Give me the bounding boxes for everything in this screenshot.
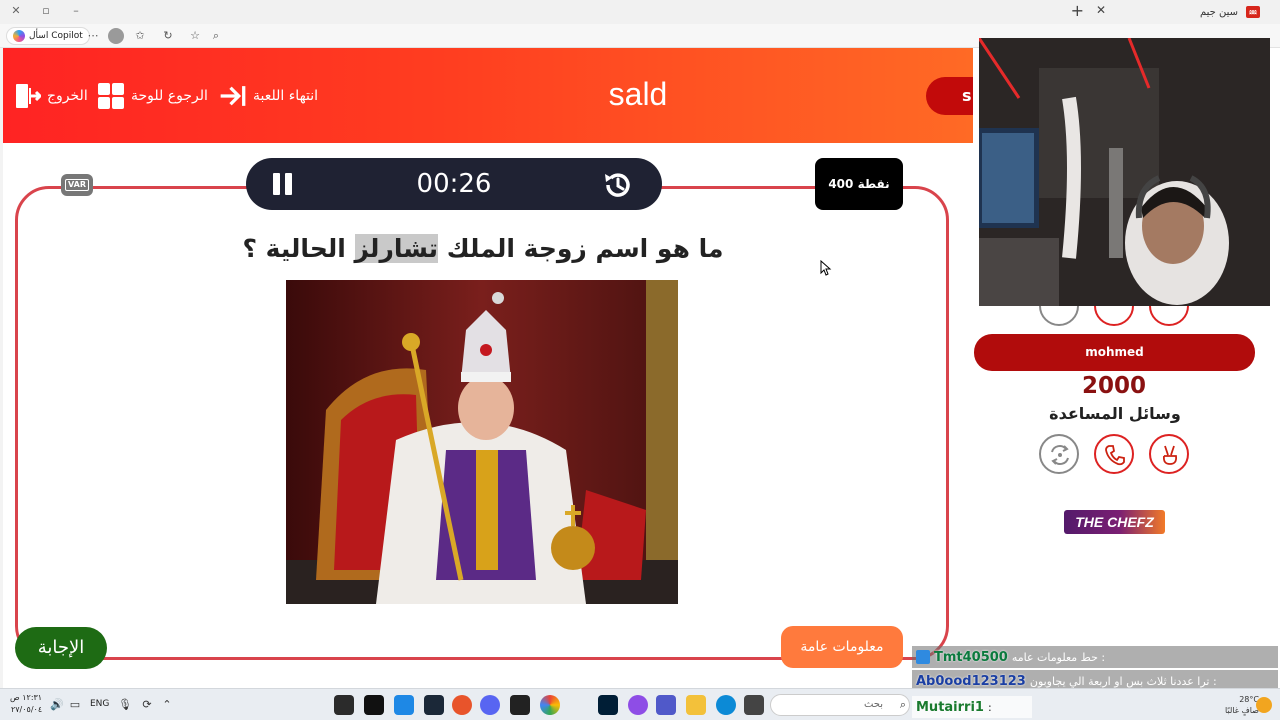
- question-highlight: تشارلز: [354, 234, 439, 263]
- question-image: [286, 280, 678, 604]
- sync-icon[interactable]: ⟳: [140, 698, 154, 712]
- browser-titlebar: ✕ ▫ – + ✕ سين جيم ⅏: [0, 0, 1280, 24]
- exit-button[interactable]: الخروج: [13, 82, 88, 110]
- tab-title: سين جيم: [1199, 6, 1238, 18]
- add-favorite-icon[interactable]: ☆: [188, 29, 202, 43]
- restore-window-icon[interactable]: ▫: [38, 3, 54, 19]
- helpers-label: وسائل المساعدة: [1049, 404, 1181, 423]
- app-icon-5[interactable]: [452, 695, 472, 715]
- app-icon-2[interactable]: [364, 695, 384, 715]
- copilot-icon: [13, 30, 25, 42]
- chat-text: حط معلومات عامه :: [1011, 650, 1106, 664]
- app-icon-3[interactable]: [394, 695, 414, 715]
- sponsor-logo: THE CHEFZ: [1064, 510, 1165, 534]
- chat-message: Tmt40500 حط معلومات عامه :: [912, 646, 1278, 668]
- teams-icon[interactable]: [656, 695, 676, 715]
- show-hidden-icons[interactable]: ⌃: [160, 698, 174, 712]
- var-label: VAR: [65, 179, 89, 191]
- points-badge: 400 نقطة: [815, 158, 903, 210]
- answer-button[interactable]: الإجابة: [15, 627, 107, 669]
- browser-tab[interactable]: سين جيم ⅏: [1200, 1, 1260, 23]
- photoshop-icon[interactable]: [598, 695, 618, 715]
- end-arrow-icon: [220, 86, 246, 106]
- weather-icon: [1256, 697, 1272, 713]
- phone-icon: [1105, 445, 1125, 466]
- mic-icon[interactable]: 🎙: [118, 698, 132, 712]
- weather-desc: صافٍ غالبًا: [1225, 706, 1259, 715]
- search-placeholder: بحث: [863, 699, 883, 710]
- exit-door-icon: [16, 84, 41, 108]
- refresh-icon[interactable]: ↻: [161, 29, 175, 43]
- search-icon[interactable]: ⌕: [896, 698, 910, 712]
- question-part-2: الحالية ؟: [242, 234, 355, 263]
- chat-username: Tmt40500: [934, 649, 1008, 665]
- back-to-board-button[interactable]: الرجوع للوحة: [97, 82, 208, 110]
- team-score: 2000: [1081, 373, 1146, 399]
- question-text: ما هو اسم زوجة الملك تشارلز الحالية ؟: [183, 234, 783, 263]
- zoom-icon[interactable]: ⌕: [209, 29, 223, 43]
- team-title: sald: [608, 76, 668, 112]
- exit-label: الخروج: [47, 88, 88, 104]
- copilot-label: اسأل Copilot: [29, 31, 83, 41]
- tab-favicon-icon: ⅏: [1246, 6, 1260, 18]
- clock-date: ٢٧/٠٥/٠٤: [10, 705, 43, 714]
- app-icon-14[interactable]: [744, 695, 764, 715]
- app-icon-1[interactable]: [334, 695, 354, 715]
- tray-clock[interactable]: ١٢:٣١ ص ٢٧/٠٥/٠٤: [10, 692, 42, 716]
- swap-icon: [1051, 445, 1069, 465]
- other-team-pill[interactable]: s: [926, 77, 973, 115]
- taskbar: ١٢:٣١ ص ٢٧/٠٥/٠٤ 🔊 ▭ ENG 🎙 ⟳ ⌃ بحث ⌕ 28°…: [0, 688, 1280, 720]
- game-viewport: الخروج الرجوع للوحة انتهاء اللعبة sald s…: [3, 48, 973, 688]
- chat-username: Mutairri1: [916, 699, 984, 715]
- team-name-pill: mohmed: [974, 334, 1255, 371]
- chat-text: ترا عددنا ثلاث بس او اربعة الي يجاوبون :: [1029, 674, 1217, 688]
- game-header: الخروج الرجوع للوحة انتهاء اللعبة sald s: [3, 48, 973, 143]
- var-icon[interactable]: VAR: [61, 174, 93, 196]
- chat-username: Ab0ood123123: [916, 673, 1026, 689]
- copilot-button[interactable]: اسأل Copilot: [6, 27, 90, 45]
- edge-icon[interactable]: [716, 695, 736, 715]
- chat-message: Mutairri1 :: [912, 696, 1032, 718]
- victory-hand-icon: [1162, 445, 1178, 465]
- chrome-icon[interactable]: [540, 695, 560, 715]
- steam-icon[interactable]: [424, 695, 444, 715]
- taskbar-search[interactable]: بحث: [770, 694, 910, 716]
- chat-badge-icon: [916, 650, 930, 664]
- copilot-app-icon[interactable]: [628, 695, 648, 715]
- grid-icon: [98, 83, 124, 109]
- mouse-cursor-icon: [820, 260, 832, 276]
- weather-temp: 28°C: [1239, 695, 1259, 704]
- discord-icon[interactable]: [480, 695, 500, 715]
- file-explorer-icon[interactable]: [686, 695, 706, 715]
- question-part-1: ما هو اسم زوجة الملك: [438, 234, 724, 263]
- minimize-window-icon[interactable]: –: [68, 3, 84, 19]
- weather-widget[interactable]: 28°C صافٍ غالبًا: [1225, 694, 1259, 716]
- king-portrait-image: [286, 280, 678, 604]
- tab-close-icon[interactable]: ✕: [1096, 3, 1106, 17]
- new-tab-button[interactable]: +: [1071, 1, 1084, 20]
- language-indicator[interactable]: ENG: [90, 699, 109, 709]
- call-friend-button[interactable]: [1094, 434, 1134, 474]
- close-window-icon[interactable]: ✕: [8, 3, 24, 19]
- back-to-board-label: الرجوع للوحة: [131, 88, 208, 104]
- end-game-label: انتهاء اللعبة: [253, 88, 319, 104]
- timer-value: 00:26: [416, 169, 492, 199]
- webcam-image: [979, 38, 1270, 306]
- two-answers-button[interactable]: [1149, 434, 1189, 474]
- volume-icon[interactable]: 🔊: [50, 698, 64, 712]
- reset-timer-icon[interactable]: [602, 169, 634, 201]
- chat-text: :: [987, 700, 992, 714]
- profile-avatar[interactable]: [108, 28, 124, 44]
- clock-time: ١٢:٣١ ص: [10, 693, 43, 702]
- favorites-icon[interactable]: ✩: [133, 29, 147, 43]
- category-badge: معلومات عامة: [781, 626, 903, 668]
- network-icon[interactable]: ▭: [68, 698, 82, 712]
- timer-bar: 00:26: [246, 158, 662, 210]
- capcut-icon[interactable]: [510, 695, 530, 715]
- more-options-icon[interactable]: ⋯: [86, 29, 100, 43]
- webcam-overlay: [979, 38, 1270, 306]
- end-game-button[interactable]: انتهاء اللعبة: [219, 82, 318, 110]
- swap-question-button[interactable]: [1039, 434, 1079, 474]
